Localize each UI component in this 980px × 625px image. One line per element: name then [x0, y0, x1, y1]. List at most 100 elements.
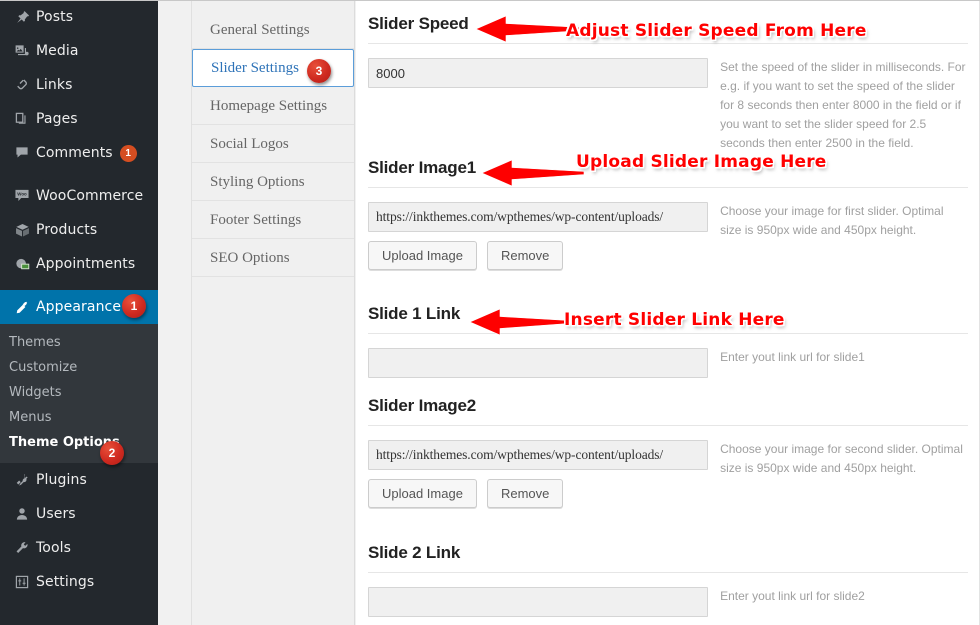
- sidebar-item-label: Products: [36, 222, 98, 238]
- tab-label: Slider Settings: [211, 60, 299, 76]
- field-input-area: [368, 348, 710, 378]
- remove-button[interactable]: Remove: [486, 241, 564, 270]
- products-icon: [8, 222, 36, 239]
- tab-styling-options[interactable]: Styling Options: [192, 163, 354, 201]
- tab-label: SEO Options: [210, 250, 290, 266]
- submenu-item-label: Widgets: [9, 385, 62, 400]
- tab-homepage-settings[interactable]: Homepage Settings: [192, 87, 354, 125]
- upload-image-button[interactable]: Upload Image: [368, 479, 477, 508]
- tab-label: General Settings: [210, 22, 310, 38]
- svg-text:Woo: Woo: [17, 192, 27, 197]
- sidebar-item-woocommerce[interactable]: Woo WooCommerce: [0, 179, 158, 213]
- tab-social-logos[interactable]: Social Logos: [192, 125, 354, 163]
- link-icon: [8, 77, 36, 93]
- step-badge-2: 2: [100, 441, 124, 465]
- settings-content: Slider Speed 8000 Set the speed of the s…: [356, 0, 980, 625]
- sidebar-item-label: WooCommerce: [36, 188, 144, 204]
- wp-admin-screen: Posts Media Links Pages Comments 1 Woo W…: [0, 0, 980, 625]
- sidebar-item-settings[interactable]: Settings: [0, 565, 158, 599]
- tab-seo-options[interactable]: SEO Options: [192, 239, 354, 277]
- field-help-text: Choose your image for first slider. Opti…: [720, 204, 944, 237]
- sidebar-item-label: Pages: [36, 111, 78, 127]
- comments-count-badge: 1: [119, 144, 137, 162]
- field-slider-image2: Slider Image2 https://inkthemes.com/wpth…: [356, 396, 979, 508]
- settings-icon: [8, 574, 36, 590]
- upload-image-button[interactable]: Upload Image: [368, 241, 477, 270]
- submenu-item-menus[interactable]: Menus: [0, 405, 158, 430]
- sidebar-item-comments[interactable]: Comments 1: [0, 136, 158, 170]
- submenu-item-label: Customize: [9, 360, 78, 375]
- sidebar-item-tools[interactable]: Tools: [0, 531, 158, 565]
- step-badge-3: 3: [307, 59, 331, 83]
- sidebar-item-media[interactable]: Media: [0, 34, 158, 68]
- sidebar-item-appointments[interactable]: Appointments: [0, 247, 158, 281]
- sidebar-item-label: Plugins: [36, 472, 87, 488]
- image1-button-row: Upload Image Remove: [368, 241, 710, 270]
- submenu-item-label: Themes: [9, 335, 61, 350]
- tools-icon: [8, 540, 36, 556]
- field-title: Slide 2 Link: [368, 543, 461, 562]
- field-slider-speed: Slider Speed 8000 Set the speed of the s…: [356, 14, 979, 153]
- field-help-text: Choose your image for second slider. Opt…: [720, 442, 963, 475]
- submenu-item-customize[interactable]: Customize: [0, 355, 158, 380]
- tab-label: Social Logos: [210, 136, 289, 152]
- tab-footer-settings[interactable]: Footer Settings: [192, 201, 354, 239]
- sidebar-item-links[interactable]: Links: [0, 68, 158, 102]
- tab-label: Footer Settings: [210, 212, 302, 228]
- field-title: Slider Image2: [368, 396, 476, 415]
- users-icon: [8, 506, 36, 522]
- slider-image1-url-input[interactable]: https://inkthemes.com/wpthemes/wp-conten…: [368, 202, 708, 232]
- menu-separator: [0, 281, 158, 290]
- field-input-area: https://inkthemes.com/wpthemes/wp-conten…: [368, 202, 710, 270]
- tab-label: Homepage Settings: [210, 98, 328, 114]
- step-badge-1: 1: [122, 294, 146, 318]
- submenu-item-widgets[interactable]: Widgets: [0, 380, 158, 405]
- appointments-icon: [8, 256, 36, 273]
- sidebar-item-label: Links: [36, 77, 73, 93]
- image2-button-row: Upload Image Remove: [368, 479, 710, 508]
- sidebar-item-users[interactable]: Users: [0, 497, 158, 531]
- submenu-item-theme-options[interactable]: Theme Options: [0, 430, 158, 455]
- field-title: Slider Speed: [368, 14, 469, 33]
- sidebar-item-label: Appearance: [36, 299, 122, 315]
- media-icon: [8, 43, 36, 59]
- sidebar-item-label: Users: [36, 506, 76, 522]
- appearance-submenu: Themes Customize Widgets Menus Theme Opt…: [0, 324, 158, 463]
- field-input-area: https://inkthemes.com/wpthemes/wp-conten…: [368, 440, 710, 508]
- sidebar-item-label: Tools: [36, 540, 71, 556]
- field-slider-image1: Slider Image1 https://inkthemes.com/wpth…: [356, 158, 979, 270]
- theme-options-tabs: General Settings Slider Settings Homepag…: [191, 0, 355, 625]
- plugins-icon: [8, 472, 36, 488]
- field-slide2-link: Slide 2 Link Enter yout link url for sli…: [356, 543, 979, 617]
- field-slide1-link: Slide 1 Link Enter yout link url for sli…: [356, 304, 979, 378]
- pages-icon: [8, 111, 36, 127]
- sidebar-item-label: Media: [36, 43, 79, 59]
- slider-image2-url-input[interactable]: https://inkthemes.com/wpthemes/wp-conten…: [368, 440, 708, 470]
- submenu-item-themes[interactable]: Themes: [0, 330, 158, 355]
- menu-separator: [0, 170, 158, 179]
- tab-general-settings[interactable]: General Settings: [192, 11, 354, 49]
- sidebar-item-label: Comments: [36, 145, 113, 161]
- appearance-icon: [8, 299, 36, 316]
- field-input-area: [368, 587, 710, 617]
- sidebar-item-posts[interactable]: Posts: [0, 0, 158, 34]
- sidebar-item-pages[interactable]: Pages: [0, 102, 158, 136]
- field-help-text: Set the speed of the slider in milliseco…: [720, 60, 966, 150]
- comment-icon: [8, 145, 36, 161]
- remove-button[interactable]: Remove: [486, 479, 564, 508]
- field-help-text: Enter yout link url for slide1: [720, 350, 865, 364]
- submenu-item-label: Menus: [9, 410, 52, 425]
- slide1-link-input[interactable]: [368, 348, 708, 378]
- pin-icon: [8, 9, 36, 25]
- sidebar-item-products[interactable]: Products: [0, 213, 158, 247]
- sidebar-item-label: Posts: [36, 9, 74, 25]
- field-title: Slider Image1: [368, 158, 476, 177]
- slide2-link-input[interactable]: [368, 587, 708, 617]
- sidebar-item-plugins[interactable]: Plugins: [0, 463, 158, 497]
- field-help-text: Enter yout link url for slide2: [720, 589, 865, 603]
- woocommerce-icon: Woo: [8, 187, 36, 205]
- field-input-area: 8000: [368, 58, 710, 153]
- tab-label: Styling Options: [210, 174, 305, 190]
- sidebar-item-label: Appointments: [36, 256, 136, 272]
- slider-speed-input[interactable]: 8000: [368, 58, 708, 88]
